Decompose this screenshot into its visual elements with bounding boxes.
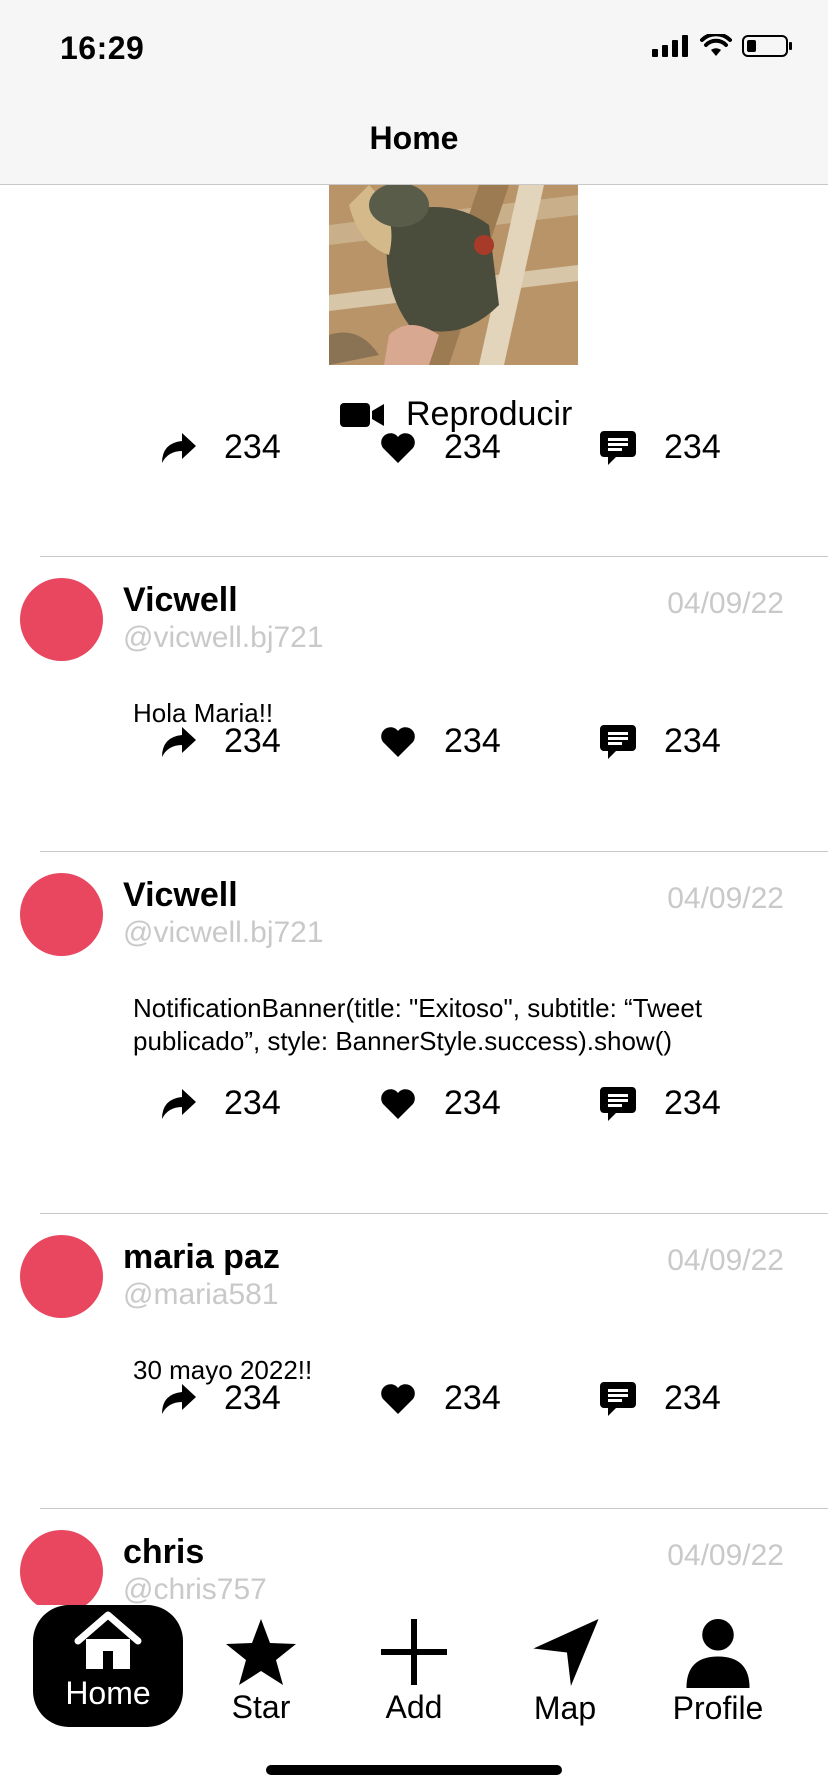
share-icon xyxy=(162,432,196,463)
battery-icon xyxy=(742,35,792,57)
comment-icon xyxy=(600,724,636,759)
share-icon xyxy=(162,1383,196,1414)
comment-icon xyxy=(600,1381,636,1416)
post-date: 04/09/22 xyxy=(667,1539,784,1572)
like-count: 234 xyxy=(444,1379,501,1417)
share-button[interactable]: 234 xyxy=(160,428,281,467)
post-author-name[interactable]: Vicwell xyxy=(123,581,238,620)
post-divider xyxy=(40,851,828,852)
avatar[interactable] xyxy=(20,1235,103,1318)
heart-icon xyxy=(381,432,415,463)
avatar[interactable] xyxy=(20,1530,103,1605)
like-count: 234 xyxy=(444,722,501,760)
comment-button[interactable]: 234 xyxy=(600,1379,721,1418)
post-author-handle: @chris757 xyxy=(123,1573,267,1605)
post-author-handle: @vicwell.bj721 xyxy=(123,621,324,654)
post-actions: 234 234 234 xyxy=(0,1379,828,1429)
like-button[interactable]: 234 xyxy=(380,1379,501,1418)
plus-icon xyxy=(381,1619,447,1685)
video-thumbnail[interactable] xyxy=(329,185,578,365)
tab-add-label: Add xyxy=(385,1689,443,1725)
tab-star-label: Star xyxy=(231,1689,291,1725)
post-author-name[interactable]: Vicwell xyxy=(123,876,238,915)
comment-count: 234 xyxy=(664,1379,721,1417)
post-divider xyxy=(40,556,828,557)
post-author-handle: @maria581 xyxy=(123,1278,279,1311)
share-count: 234 xyxy=(224,1379,281,1417)
heart-icon xyxy=(381,1088,415,1119)
comment-count: 234 xyxy=(664,1084,721,1122)
post-author-name[interactable]: chris xyxy=(123,1533,204,1572)
tab-add[interactable]: Add xyxy=(339,1605,489,1727)
post-actions: 234 234 234 xyxy=(0,428,828,478)
share-icon xyxy=(162,726,196,757)
like-button[interactable]: 234 xyxy=(380,1084,501,1123)
signal-icon xyxy=(652,35,688,57)
status-icons xyxy=(652,34,794,58)
tab-bar: Home Star Add Map Profile xyxy=(0,1605,828,1792)
video-thumbnail-image xyxy=(329,185,578,365)
status-time: 16:29 xyxy=(60,30,145,66)
comment-count: 234 xyxy=(664,428,721,466)
share-icon xyxy=(162,1088,196,1119)
post-actions: 234 234 234 xyxy=(0,722,828,772)
avatar[interactable] xyxy=(20,578,103,661)
tab-map[interactable]: Map xyxy=(490,1605,640,1727)
tab-map-label: Map xyxy=(533,1690,597,1726)
tab-star[interactable]: Star xyxy=(186,1605,336,1727)
post-date: 04/09/22 xyxy=(667,882,784,915)
share-count: 234 xyxy=(224,722,281,760)
navigation-bar: Home xyxy=(0,100,828,185)
post-author-name[interactable]: maria paz xyxy=(123,1238,280,1277)
star-icon xyxy=(226,1619,296,1685)
person-icon xyxy=(686,1618,750,1688)
like-count: 234 xyxy=(444,1084,501,1122)
like-button[interactable]: 234 xyxy=(380,722,501,761)
home-icon xyxy=(74,1611,142,1669)
comment-count: 234 xyxy=(664,722,721,760)
share-button[interactable]: 234 xyxy=(160,1379,281,1418)
tab-home-label: Home xyxy=(65,1675,151,1711)
comment-button[interactable]: 234 xyxy=(600,428,721,467)
comment-icon xyxy=(600,1086,636,1121)
location-arrow-icon xyxy=(533,1618,599,1687)
share-count: 234 xyxy=(224,1084,281,1122)
like-count: 234 xyxy=(444,428,501,466)
post-actions: 234 234 234 xyxy=(0,1084,828,1134)
share-count: 234 xyxy=(224,428,281,466)
tab-home[interactable]: Home xyxy=(33,1605,183,1727)
comment-icon xyxy=(600,430,636,465)
video-camera-icon xyxy=(340,402,384,427)
post-divider xyxy=(40,1213,828,1214)
share-button[interactable]: 234 xyxy=(160,1084,281,1123)
comment-button[interactable]: 234 xyxy=(600,1084,721,1123)
comment-button[interactable]: 234 xyxy=(600,722,721,761)
post-date: 04/09/22 xyxy=(667,1244,784,1277)
tab-profile-label: Profile xyxy=(672,1690,764,1726)
page-title: Home xyxy=(369,120,459,156)
post-text: NotificationBanner(title: "Exitoso", sub… xyxy=(133,993,703,1056)
status-bar: 16:29 xyxy=(0,0,828,100)
wifi-icon xyxy=(700,34,732,56)
tab-profile[interactable]: Profile xyxy=(643,1605,793,1727)
post-divider xyxy=(40,1508,828,1509)
feed[interactable]: Reproducir 234 234 234 Vicwell @vicwell.… xyxy=(0,185,828,1605)
home-indicator xyxy=(266,1765,562,1775)
post-date: 04/09/22 xyxy=(667,587,784,620)
post-author-handle: @vicwell.bj721 xyxy=(123,916,324,949)
like-button[interactable]: 234 xyxy=(380,428,501,467)
heart-icon xyxy=(381,726,415,757)
heart-icon xyxy=(381,1383,415,1414)
share-button[interactable]: 234 xyxy=(160,722,281,761)
avatar[interactable] xyxy=(20,873,103,956)
